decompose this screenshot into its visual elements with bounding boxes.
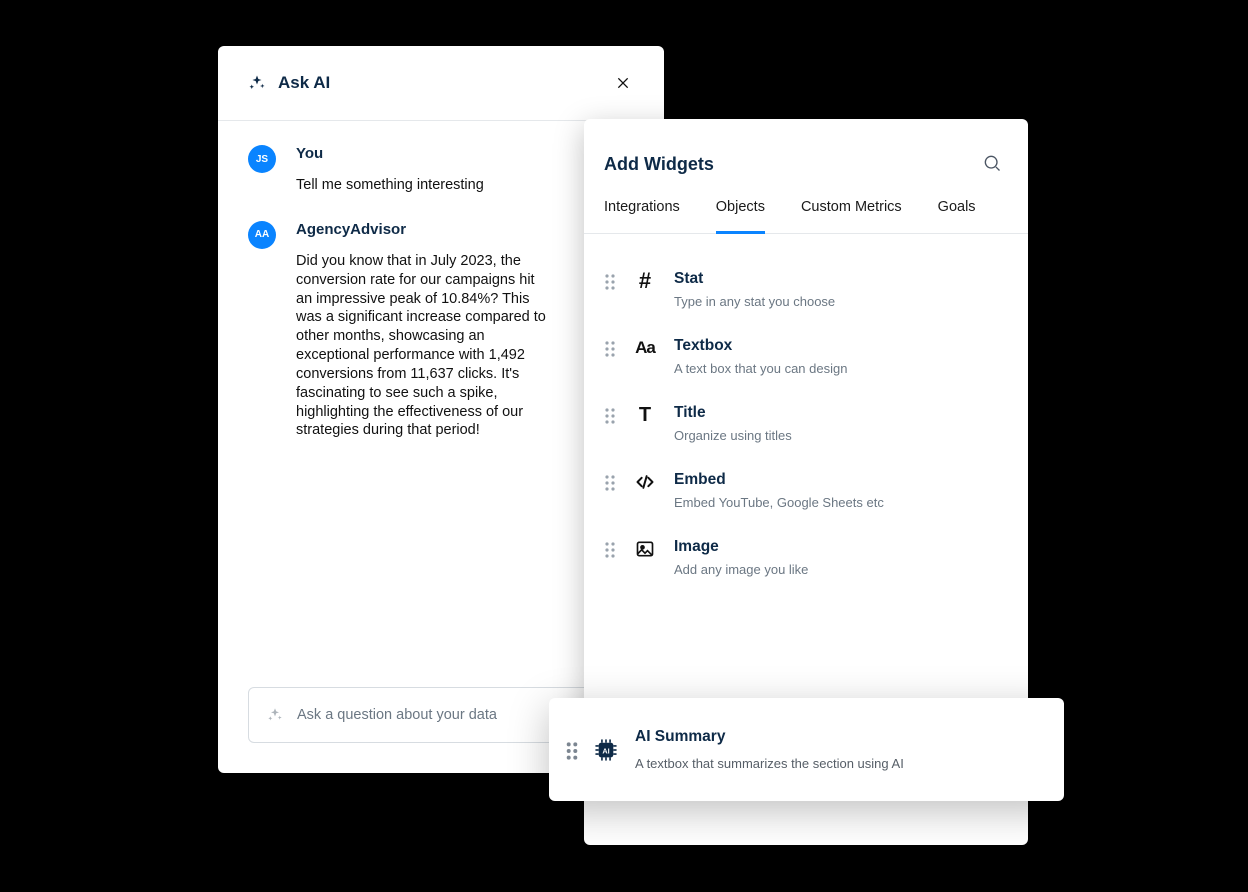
widget-title: Title [674,404,792,422]
widget-item-ai-summary[interactable]: AI AI Summary A textbox that summarizes … [549,698,1064,801]
widget-desc: Add any image you like [674,562,808,577]
widget-title: Image [674,538,808,556]
message-sender: You [296,145,484,162]
widgets-tabs: Integrations Objects Custom Metrics Goal… [584,175,1028,234]
widget-title: Embed [674,471,884,489]
ask-ai-title: Ask AI [278,73,612,93]
widget-desc: A textbox that summarizes the section us… [635,756,904,771]
tab-goals[interactable]: Goals [938,199,976,233]
drag-handle-icon[interactable] [565,740,579,760]
close-button[interactable] [612,72,634,94]
chat-message: AA AgencyAdvisor Did you know that in Ju… [248,221,634,440]
widget-text: Embed Embed YouTube, Google Sheets etc [674,471,884,510]
svg-text:AI: AI [602,746,609,755]
widget-item-stat[interactable]: # Stat Type in any stat you choose [604,256,1008,323]
widgets-header: Add Widgets [584,119,1028,175]
sparkle-icon [267,707,283,723]
drag-handle-icon[interactable] [604,406,618,426]
tab-integrations[interactable]: Integrations [604,199,680,233]
search-icon[interactable] [982,153,1004,175]
message-content: You Tell me something interesting [296,145,484,195]
title-t-icon: T [632,404,658,426]
widget-item-image[interactable]: Image Add any image you like [604,524,1008,591]
message-content: AgencyAdvisor Did you know that in July … [296,221,546,440]
code-embed-icon [632,471,658,493]
avatar: AA [248,221,276,249]
widget-text: Textbox A text box that you can design [674,337,847,376]
widget-item-title[interactable]: T Title Organize using titles [604,390,1008,457]
widget-desc: Type in any stat you choose [674,294,835,309]
widget-text: Stat Type in any stat you choose [674,270,835,309]
sparkle-icon [248,74,266,92]
widget-desc: Embed YouTube, Google Sheets etc [674,495,884,510]
widget-desc: Organize using titles [674,428,792,443]
drag-handle-icon[interactable] [604,272,618,292]
widget-list: # Stat Type in any stat you choose Aa Te… [584,234,1028,591]
widget-title: Stat [674,270,835,288]
drag-handle-icon[interactable] [604,473,618,493]
ask-ai-header: Ask AI [218,46,664,121]
widget-title: Textbox [674,337,847,355]
widget-item-embed[interactable]: Embed Embed YouTube, Google Sheets etc [604,457,1008,524]
widget-title: AI Summary [635,728,904,746]
widget-text: AI Summary A textbox that summarizes the… [635,728,904,771]
hash-icon: # [632,270,658,292]
chat-message: JS You Tell me something interesting [248,145,634,195]
tab-objects[interactable]: Objects [716,199,765,233]
widget-desc: A text box that you can design [674,361,847,376]
avatar: JS [248,145,276,173]
tab-custom-metrics[interactable]: Custom Metrics [801,199,902,233]
message-text: Tell me something interesting [296,176,484,195]
drag-handle-icon[interactable] [604,339,618,359]
text-aa-icon: Aa [632,337,658,359]
drag-handle-icon[interactable] [604,540,618,560]
widget-text: Image Add any image you like [674,538,808,577]
widget-item-textbox[interactable]: Aa Textbox A text box that you can desig… [604,323,1008,390]
message-sender: AgencyAdvisor [296,221,546,238]
widgets-title: Add Widgets [604,154,982,175]
message-text: Did you know that in July 2023, the conv… [296,252,546,440]
widget-text: Title Organize using titles [674,404,792,443]
image-icon [632,538,658,560]
ai-chip-icon: AI [593,739,619,761]
